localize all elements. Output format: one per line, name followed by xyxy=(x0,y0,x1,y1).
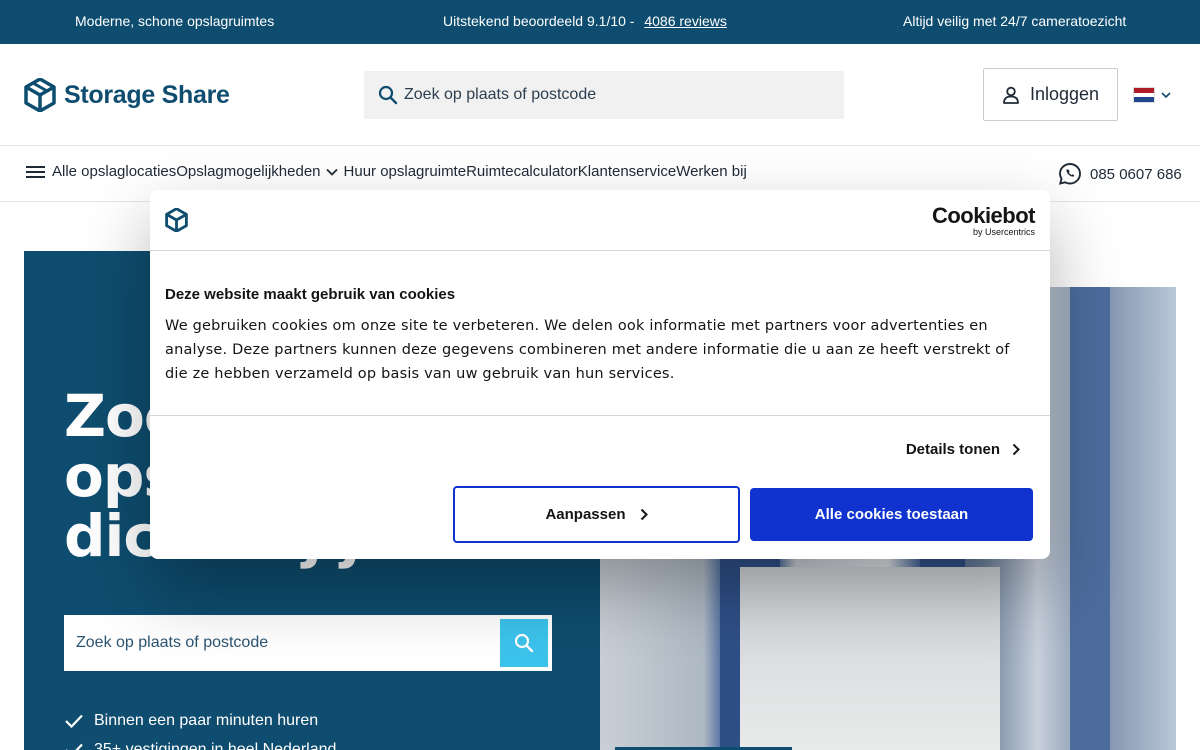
chevron-right-icon xyxy=(1012,443,1020,456)
accept-label: Alle cookies toestaan xyxy=(814,506,969,523)
photo-corridor-floor xyxy=(740,567,1000,750)
brand-name: Storage Share xyxy=(64,80,230,109)
usp-label: 35+ vestigingen in heel Nederland xyxy=(94,741,337,750)
show-details-label: Details tonen xyxy=(905,441,1000,458)
brand-logo[interactable]: Storage Share xyxy=(24,78,230,112)
login-label: Inloggen xyxy=(1029,84,1100,104)
nav-all-locations[interactable]: Alle opslaglocaties xyxy=(52,163,176,180)
chevron-right-icon xyxy=(640,508,648,521)
nav-storage-options[interactable]: Opslagmogelijkheden xyxy=(176,163,320,180)
cookiebot-sub: by Usercentrics xyxy=(972,227,1035,237)
usp-camera-surveillance: Altijd veilig met 24/7 cameratoezicht xyxy=(903,13,1127,29)
accept-all-cookies-button[interactable]: Alle cookies toestaan xyxy=(750,488,1033,541)
usp-label: Binnen een paar minuten huren xyxy=(94,712,319,729)
checkmark-icon xyxy=(65,714,83,729)
hamburger-menu-icon[interactable] xyxy=(25,164,46,180)
language-selector[interactable] xyxy=(1133,87,1171,103)
header-search-input[interactable]: Zoek op plaats of postcode xyxy=(364,71,844,119)
site-header: Storage Share Zoek op plaats of postcode… xyxy=(0,44,1200,146)
top-announcement-bar: Moderne, schone opslagruimtes Uitstekend… xyxy=(0,0,1200,44)
hero-search-placeholder: Zoek op plaats of postcode xyxy=(76,634,269,651)
phone-contact[interactable]: 085 0607 686 xyxy=(1058,162,1182,186)
user-icon xyxy=(1003,86,1019,104)
usp-modern-storage: Moderne, schone opslagruimtes xyxy=(75,13,275,29)
divider xyxy=(150,415,1050,416)
hero-search-input[interactable]: Zoek op plaats of postcode xyxy=(64,615,552,671)
login-button[interactable]: Inloggen xyxy=(983,68,1118,121)
chevron-down-icon[interactable] xyxy=(325,168,338,176)
customize-cookies-button[interactable]: Aanpassen xyxy=(453,486,740,543)
header-search-placeholder: Zoek op plaats of postcode xyxy=(404,86,597,103)
checkmark-icon xyxy=(66,743,83,750)
rating-summary: Uitstekend beoordeeld 9.1/10 - 4086 revi… xyxy=(443,13,727,29)
reviews-link[interactable]: 4086 reviews xyxy=(644,13,727,29)
cube-logo-icon xyxy=(24,78,56,112)
nav-space-calculator[interactable]: Ruimtecalculator xyxy=(466,163,578,180)
cube-logo-icon xyxy=(165,208,188,232)
cookiebot-name: Cookiebot xyxy=(931,203,1036,228)
cookie-dialog-body: We gebruiken cookies om onze site te ver… xyxy=(165,318,1010,382)
netherlands-flag-icon xyxy=(1133,87,1155,103)
cookie-dialog-title: Deze website maakt gebruik van cookies xyxy=(165,286,456,303)
nav-customer-service[interactable]: Klantenservice xyxy=(578,163,676,180)
search-icon xyxy=(378,85,398,105)
usp-item: 35+ vestigingen in heel Nederland xyxy=(64,741,336,750)
nav-rent-storage[interactable]: Huur opslagruimte xyxy=(344,163,467,180)
cookie-consent-dialog: Cookiebot by Usercentrics Deze website m… xyxy=(150,190,1050,559)
rating-text: Uitstekend beoordeeld 9.1/10 - xyxy=(443,13,635,29)
nav-careers[interactable]: Werken bij xyxy=(676,163,747,180)
usp-item: Binnen een paar minuten huren xyxy=(64,712,318,730)
search-icon xyxy=(514,633,534,653)
whatsapp-icon xyxy=(1058,163,1081,185)
cookiebot-logo[interactable]: Cookiebot by Usercentrics xyxy=(931,203,1036,237)
phone-number: 085 0607 686 xyxy=(1090,165,1182,183)
show-details-link[interactable]: Details tonen xyxy=(906,441,1020,458)
photo-storage-door xyxy=(1070,287,1110,750)
chevron-down-icon xyxy=(1161,92,1171,99)
cookie-dialog-header: Cookiebot by Usercentrics xyxy=(150,190,1050,251)
hero-search-button[interactable] xyxy=(500,619,548,667)
customize-label: Aanpassen xyxy=(545,506,626,523)
